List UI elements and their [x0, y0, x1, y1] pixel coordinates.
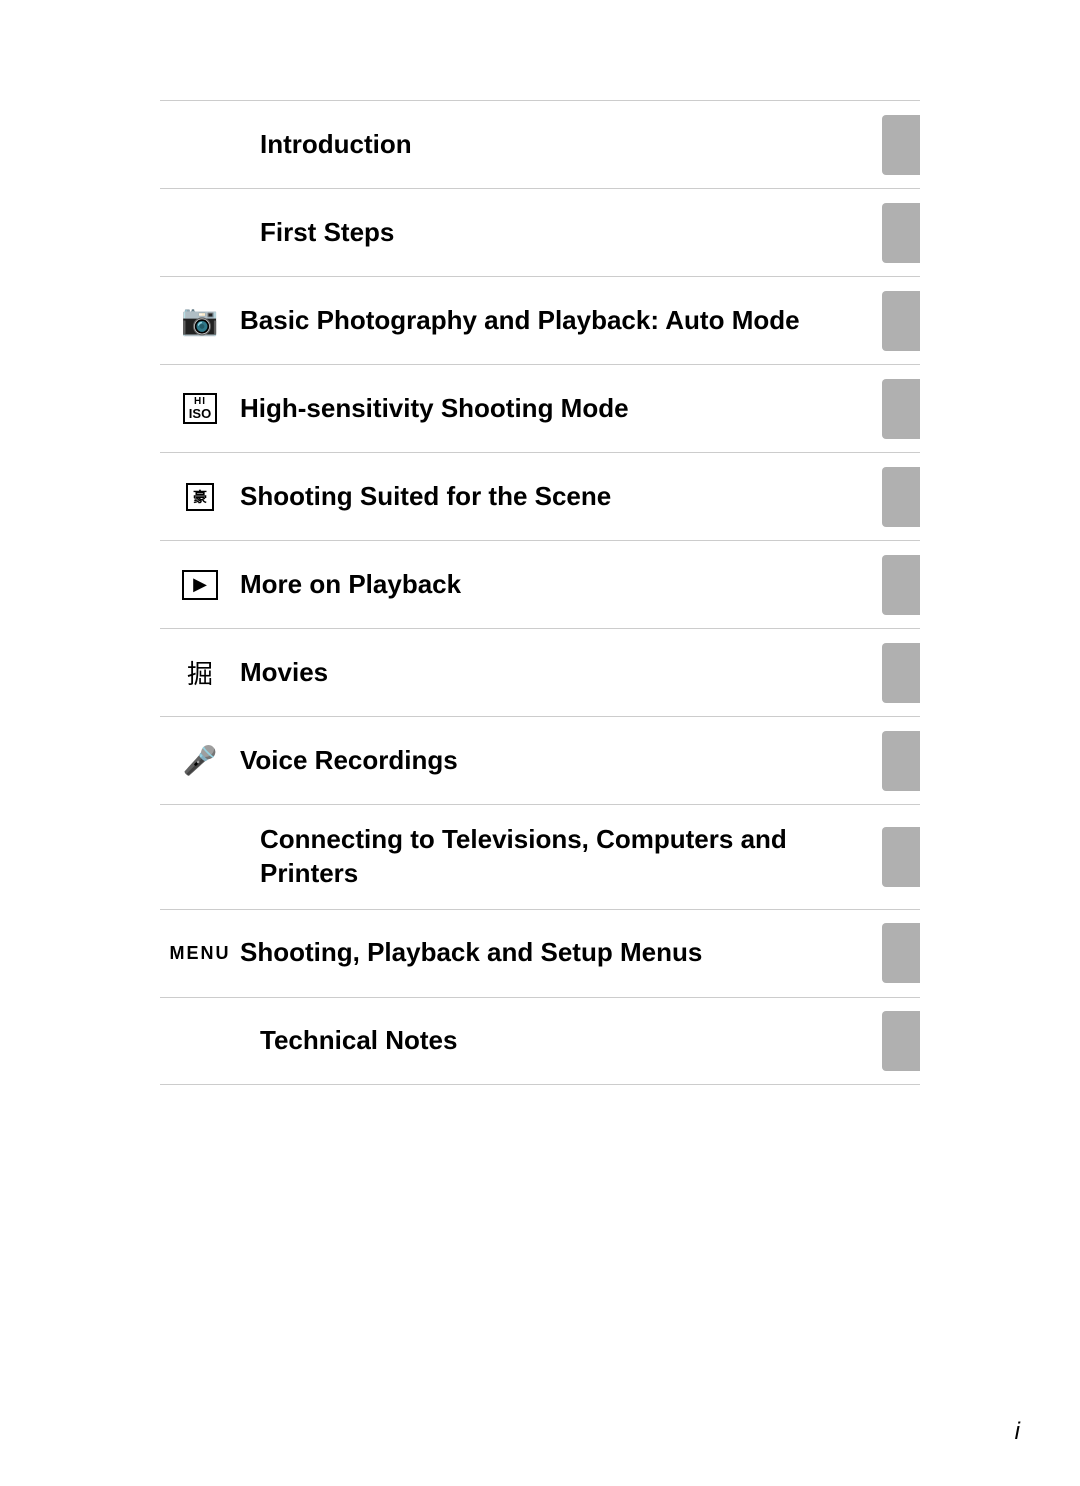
toc-icon-iso: HI ISO — [160, 393, 240, 424]
toc-tab-high-sensitivity — [882, 379, 920, 439]
toc-tab-connecting — [882, 827, 920, 887]
toc-icon-microphone: 🎤 — [160, 744, 240, 777]
toc-tab-voice-recordings — [882, 731, 920, 791]
toc-label-connecting: Connecting to Televisions, Computers and… — [240, 805, 882, 909]
toc-label-technical-notes: Technical Notes — [240, 1006, 882, 1076]
page-container: Introduction First Steps 📷 Basic Photogr… — [0, 0, 1080, 1486]
toc-icon-scene: 豪 — [160, 483, 240, 511]
toc-icon-movie: 掘 — [160, 654, 240, 691]
page-number: i — [1015, 1418, 1020, 1446]
toc-tab-movies — [882, 643, 920, 703]
toc-label-voice-recordings: Voice Recordings — [240, 726, 882, 796]
toc-label-more-playback: More on Playback — [240, 550, 882, 620]
toc-label-introduction: Introduction — [240, 110, 882, 180]
toc-label-movies: Movies — [240, 638, 882, 708]
toc-tab-menus — [882, 923, 920, 983]
toc-row-technical-notes[interactable]: Technical Notes — [160, 997, 920, 1085]
toc-row-more-playback[interactable]: ▶ More on Playback — [160, 540, 920, 628]
toc-tab-basic-photography — [882, 291, 920, 351]
toc-label-first-steps: First Steps — [240, 198, 882, 268]
toc-row-scene[interactable]: 豪 Shooting Suited for the Scene — [160, 452, 920, 540]
toc-icon-menu: MENU — [160, 943, 240, 964]
toc-tab-more-playback — [882, 555, 920, 615]
toc-tab-first-steps — [882, 203, 920, 263]
toc-icon-play: ▶ — [160, 570, 240, 600]
toc-row-basic-photography[interactable]: 📷 Basic Photography and Playback: Auto M… — [160, 276, 920, 364]
toc-row-menus[interactable]: MENU Shooting, Playback and Setup Menus — [160, 909, 920, 997]
toc-tab-technical-notes — [882, 1011, 920, 1071]
toc-label-scene: Shooting Suited for the Scene — [240, 462, 882, 532]
toc-tab-scene — [882, 467, 920, 527]
toc-label-high-sensitivity: High-sensitivity Shooting Mode — [240, 374, 882, 444]
toc-row-high-sensitivity[interactable]: HI ISO High-sensitivity Shooting Mode — [160, 364, 920, 452]
toc-row-movies[interactable]: 掘 Movies — [160, 628, 920, 716]
toc-row-connecting[interactable]: Connecting to Televisions, Computers and… — [160, 804, 920, 909]
toc-row-voice-recordings[interactable]: 🎤 Voice Recordings — [160, 716, 920, 804]
toc-label-basic-photography: Basic Photography and Playback: Auto Mod… — [240, 286, 882, 356]
toc-table: Introduction First Steps 📷 Basic Photogr… — [160, 100, 920, 1085]
toc-label-menus: Shooting, Playback and Setup Menus — [240, 918, 882, 988]
toc-row-first-steps[interactable]: First Steps — [160, 188, 920, 276]
toc-tab-introduction — [882, 115, 920, 175]
toc-row-introduction[interactable]: Introduction — [160, 100, 920, 188]
toc-icon-camera: 📷 — [160, 303, 240, 338]
